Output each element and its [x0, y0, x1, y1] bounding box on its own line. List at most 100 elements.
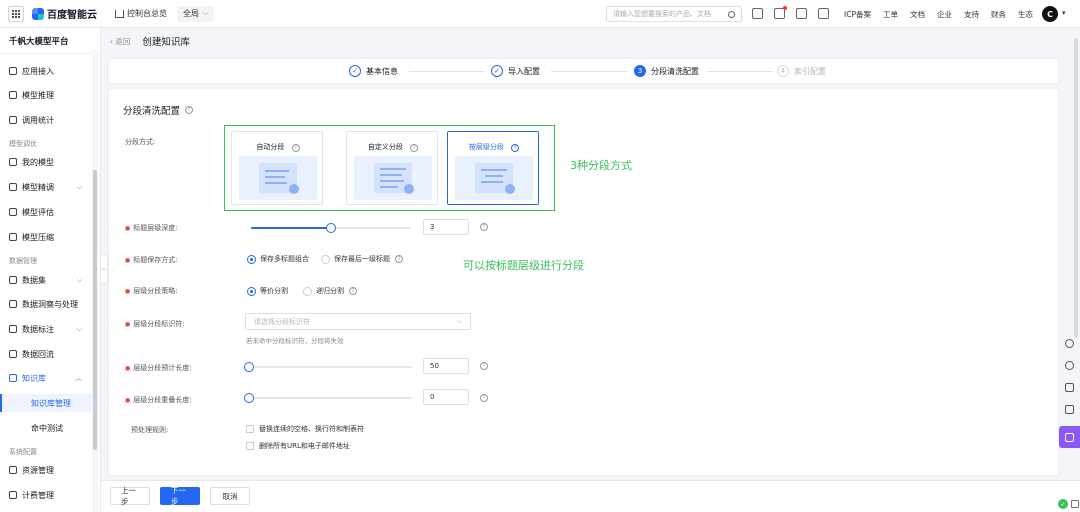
search-input[interactable]: 请输入您想要搜索的产品、文档	[606, 6, 742, 22]
chevron-down-icon[interactable]: ▾	[1062, 9, 1066, 17]
check-replace-whitespace[interactable]: 替换连续的空格、换行符和制表符	[246, 424, 364, 434]
overlap-len-slider[interactable]	[244, 393, 412, 403]
help-icon[interactable]: ?	[480, 394, 488, 402]
scrollbar-thumb[interactable]	[93, 170, 97, 450]
top-link-ecosystem[interactable]: 生态	[1018, 9, 1033, 20]
step-number: 4	[777, 65, 789, 77]
seg-option-auto[interactable]: 自动分段 ?	[231, 131, 323, 205]
checkbox[interactable]	[246, 425, 254, 433]
sidebar-item-knowledge-base[interactable]: 知识库 ︿	[0, 369, 96, 387]
sidebar-item-label: 资源管理	[22, 465, 54, 475]
sidebar-item-app-access[interactable]: 应用接入	[0, 62, 96, 80]
sidebar-group-data: 数据管理	[9, 257, 37, 265]
top-link-ticket[interactable]: 工单	[883, 9, 898, 20]
radio-button[interactable]	[247, 286, 256, 296]
help-icon[interactable]: ?	[185, 106, 194, 114]
help-icon[interactable]: ?	[349, 287, 357, 295]
seg-option-custom[interactable]: 自定义分段 ?	[346, 131, 438, 205]
sidebar-item-my-models[interactable]: 我的模型	[0, 153, 96, 171]
heart-icon	[1065, 338, 1074, 348]
top-links: ICP备案 工单 文档 企业 支持 财务 生态	[844, 9, 1033, 20]
check-icon: ✓	[491, 65, 503, 77]
products-grid-icon[interactable]	[8, 5, 24, 22]
radio-equal-split[interactable]: 等价分割	[247, 286, 288, 296]
region-label: 全局	[183, 9, 199, 18]
expected-len-input[interactable]: 50	[423, 358, 469, 374]
search-icon[interactable]	[728, 10, 735, 18]
doc-illustration	[455, 156, 533, 200]
radio-save-last[interactable]: 保存最后一级标题?	[321, 254, 403, 264]
step-connector	[409, 71, 485, 72]
reflow-icon	[9, 350, 17, 358]
cancel-button[interactable]: 取消	[210, 487, 250, 505]
radio-button[interactable]	[303, 286, 312, 296]
sidebar-item-label: 模型精调	[22, 182, 54, 192]
sidebar-item-inference[interactable]: 模型推理	[0, 86, 96, 104]
float-tool-heart[interactable]	[1059, 332, 1080, 354]
avatar[interactable]: C	[1042, 6, 1058, 22]
slider-thumb[interactable]	[244, 362, 254, 372]
save-mode-label: ● 标题保存方式:	[125, 256, 178, 264]
sidebar-item-hit-test[interactable]: 命中测试	[0, 419, 96, 437]
heading-depth-input[interactable]: 3	[423, 219, 469, 235]
billing-icon	[9, 491, 17, 499]
back-link[interactable]: ‹ 返回	[110, 36, 130, 47]
grid-icon[interactable]	[1071, 500, 1079, 508]
float-tool-qr[interactable]	[1059, 398, 1080, 420]
brand[interactable]: 百度智能云	[32, 6, 97, 21]
next-button[interactable]: 下一步	[160, 486, 200, 506]
float-tool-help[interactable]	[1059, 354, 1080, 376]
radio-button[interactable]	[321, 254, 330, 264]
sidebar-collapse-toggle[interactable]: ‹	[101, 254, 108, 284]
expected-len-slider[interactable]	[244, 362, 412, 372]
help-icon[interactable]: ?	[410, 144, 419, 152]
slider-thumb[interactable]	[244, 393, 254, 403]
message-icon[interactable]	[774, 6, 787, 19]
top-link-icp[interactable]: ICP备案	[844, 9, 871, 20]
slider-thumb[interactable]	[326, 223, 336, 233]
radio-button[interactable]	[247, 254, 256, 264]
sidebar-item-stats[interactable]: 调用统计	[0, 111, 96, 129]
checkbox[interactable]	[246, 442, 254, 450]
overlap-len-input[interactable]: 0	[423, 389, 469, 405]
sidebar-scrollbar[interactable]	[92, 50, 98, 512]
level-ident-select[interactable]: 请选择分段标识符 ⌵	[245, 313, 471, 330]
order-icon[interactable]	[818, 8, 829, 19]
top-link-finance[interactable]: 财务	[991, 9, 1006, 20]
radio-recursive-split[interactable]: 递归分割?	[303, 286, 357, 296]
sidebar-item-finetune[interactable]: 模型精调 ⌵	[0, 178, 96, 196]
console-link[interactable]: 控制台总览	[115, 8, 167, 19]
sidebar-item-reflow[interactable]: 数据回流	[0, 345, 96, 363]
step-indicator: ✓ 基本信息 ✓ 导入配置 3 分段清洗配置 4 索引配置	[108, 58, 1059, 84]
heading-depth-slider[interactable]	[251, 223, 411, 233]
help-icon[interactable]: ?	[480, 223, 488, 231]
top-link-support[interactable]: 支持	[964, 9, 979, 20]
sidebar-item-resource[interactable]: 资源管理	[0, 461, 96, 479]
seg-option-hierarchy[interactable]: 按层级分段 ?	[447, 131, 539, 205]
sidebar-item-billing[interactable]: 计费管理	[0, 486, 96, 504]
sidebar-item-annotate[interactable]: 数据标注 ⌵	[0, 320, 96, 338]
sidebar-item-compress[interactable]: 模型压缩	[0, 228, 96, 246]
float-tool-chat[interactable]	[1059, 426, 1080, 448]
prev-button[interactable]: 上一步	[110, 486, 150, 506]
check-remove-urls[interactable]: 删除所有URL和电子邮件地址	[246, 441, 350, 451]
sidebar-item-dataset[interactable]: 数据集 ⌵	[0, 271, 96, 289]
sidebar-item-evaluate[interactable]: 模型评估	[0, 203, 96, 221]
help-icon[interactable]: ?	[291, 144, 300, 152]
sidebar-item-kb-manage[interactable]: 知识库管理	[0, 394, 96, 412]
status-check-icon[interactable]: ✓	[1058, 499, 1068, 509]
top-link-docs[interactable]: 文档	[910, 9, 925, 20]
chevron-up-icon: ︿	[75, 374, 82, 382]
help-icon[interactable]: ?	[480, 362, 488, 370]
float-tool-phone[interactable]	[1059, 376, 1080, 398]
help-icon[interactable]: ?	[511, 144, 520, 152]
scrollbar-thumb[interactable]	[1074, 38, 1078, 338]
cart-icon[interactable]	[796, 8, 807, 19]
top-link-enterprise[interactable]: 企业	[937, 9, 952, 20]
sidebar-item-insight[interactable]: 数据洞察与处理	[0, 295, 96, 313]
document-icon[interactable]	[752, 8, 763, 19]
step-connector	[707, 71, 773, 72]
help-icon[interactable]: ?	[395, 255, 403, 263]
region-select[interactable]: 全局 ⌵	[177, 5, 215, 22]
radio-save-multi[interactable]: 保存多标题组合	[247, 254, 309, 264]
